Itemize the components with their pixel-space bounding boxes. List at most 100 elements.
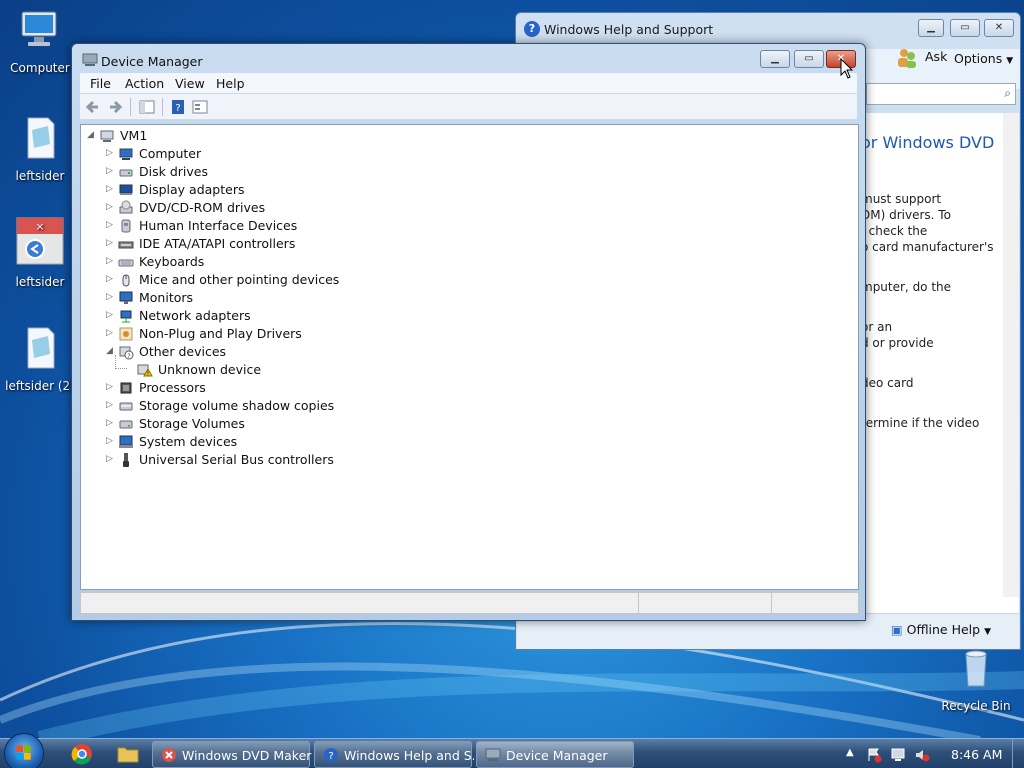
clock[interactable]: 8:46 AM bbox=[951, 747, 1002, 762]
vertical-scrollbar[interactable] bbox=[1003, 113, 1019, 597]
tree-item-label: Network adapters bbox=[139, 308, 251, 323]
menu-file[interactable]: File bbox=[90, 76, 111, 91]
expand-arrow-icon[interactable]: ▷ bbox=[106, 382, 116, 392]
status-bar bbox=[80, 592, 859, 614]
desktop-icon-leftsider-2[interactable]: × leftsider bbox=[0, 216, 80, 289]
tree-item-label: DVD/CD-ROM drives bbox=[139, 200, 266, 215]
document-icon bbox=[27, 117, 55, 159]
help-text-line: d or provide bbox=[861, 336, 934, 350]
expand-arrow-icon[interactable]: ▷ bbox=[106, 148, 116, 158]
taskbar-item-help[interactable]: ? Windows Help and S... bbox=[314, 741, 474, 768]
dvd-maker-icon bbox=[162, 748, 176, 762]
usb-icon bbox=[123, 453, 129, 467]
help-book-icon[interactable]: ? bbox=[169, 98, 187, 116]
expand-arrow-icon[interactable]: ▷ bbox=[106, 202, 116, 212]
unknown-device-warning-icon: ! bbox=[137, 364, 153, 378]
tree-item-label: Keyboards bbox=[139, 254, 205, 269]
show-hide-console-tree-icon[interactable] bbox=[138, 98, 156, 116]
expand-arrow-icon[interactable]: ▷ bbox=[106, 310, 116, 320]
tree-item-label: Processors bbox=[139, 380, 206, 395]
desktop-icon-recycle-bin[interactable]: Recycle Bin bbox=[936, 646, 1016, 713]
tree-item-label: Human Interface Devices bbox=[139, 218, 298, 233]
desktop-icon-label: Computer bbox=[10, 61, 70, 75]
help-icon: ? bbox=[524, 21, 540, 37]
ide-controller-icon bbox=[118, 241, 134, 249]
system-devices-icon bbox=[119, 435, 133, 448]
taskbar-item-label: Windows Help and S... bbox=[344, 748, 474, 763]
tree-item-label: Monitors bbox=[139, 290, 194, 305]
device-tree[interactable]: ◢ VM1 ▷ Computer ▷ Disk drives ▷ Display adap… bbox=[80, 124, 859, 590]
computer-icon bbox=[100, 130, 114, 142]
taskbar-item-label: Device Manager bbox=[506, 748, 608, 763]
start-button[interactable] bbox=[4, 733, 44, 768]
expand-arrow-icon[interactable]: ▷ bbox=[106, 166, 116, 176]
maximize-button[interactable]: ▭ bbox=[794, 50, 824, 68]
dvd-drive-icon bbox=[119, 200, 133, 214]
collapse-arrow-icon[interactable]: ◢ bbox=[87, 130, 97, 140]
close-button[interactable]: ✕ bbox=[984, 19, 1014, 37]
folder-icon[interactable] bbox=[116, 742, 140, 766]
taskbar: Windows DVD Maker ? Windows Help and S..… bbox=[0, 733, 1024, 768]
network-adapter-icon bbox=[120, 310, 132, 323]
chrome-icon[interactable] bbox=[70, 742, 94, 766]
forward-arrow-icon[interactable] bbox=[106, 98, 124, 116]
toolbar-separator bbox=[130, 98, 131, 116]
taskbar-item-device-manager[interactable]: Device Manager bbox=[476, 741, 634, 768]
expand-arrow-icon[interactable]: ▷ bbox=[106, 400, 116, 410]
tree-item-label: Storage volume shadow copies bbox=[139, 398, 335, 413]
svg-text:?: ? bbox=[175, 103, 180, 114]
svg-text:?: ? bbox=[127, 353, 130, 360]
expand-arrow-icon[interactable]: ▷ bbox=[106, 184, 116, 194]
svg-text:!: ! bbox=[147, 371, 149, 378]
taskbar-item-dvd-maker[interactable]: Windows DVD Maker bbox=[152, 741, 311, 768]
tree-item-label: Display adapters bbox=[139, 182, 245, 197]
desktop-icon-leftsider-copy[interactable]: leftsider (2) bbox=[0, 326, 80, 393]
show-hidden-icons-icon[interactable]: ▲ bbox=[846, 747, 854, 758]
options-button[interactable]: Options ▼ bbox=[954, 51, 1013, 66]
recycle-bin-icon bbox=[965, 650, 987, 687]
desktop-icon-computer[interactable]: Computer bbox=[0, 8, 80, 75]
properties-icon[interactable] bbox=[191, 98, 209, 116]
tree-item-label: Storage Volumes bbox=[139, 416, 245, 431]
device-manager-window[interactable]: Device Manager ▁ ▭ ✕ File Action View He… bbox=[71, 43, 866, 621]
help-window-title: Windows Help and Support bbox=[544, 22, 714, 37]
device-manager-icon bbox=[485, 748, 501, 761]
expand-arrow-icon[interactable]: ▷ bbox=[106, 454, 116, 464]
offline-help-label: Offline Help bbox=[906, 622, 981, 637]
help-text-line: mputer, do the bbox=[861, 280, 952, 294]
svg-text:?: ? bbox=[328, 751, 333, 762]
help-text-line: o card manufacturer's bbox=[861, 240, 994, 254]
expand-arrow-icon[interactable]: ▷ bbox=[106, 256, 116, 266]
mouse-cursor-icon bbox=[840, 58, 854, 79]
expand-arrow-icon[interactable]: ▷ bbox=[106, 436, 116, 446]
show-desktop-button[interactable] bbox=[1012, 739, 1024, 768]
back-arrow-icon[interactable] bbox=[84, 98, 102, 116]
minimize-button[interactable]: ▁ bbox=[918, 19, 944, 37]
menu-action[interactable]: Action bbox=[125, 76, 164, 91]
tree-item-label: Computer bbox=[139, 146, 202, 161]
network-icon[interactable] bbox=[890, 747, 906, 763]
expand-arrow-icon[interactable]: ▷ bbox=[106, 328, 116, 338]
expand-arrow-icon[interactable]: ▷ bbox=[106, 238, 116, 248]
desktop-icon-leftsider[interactable]: leftsider bbox=[0, 116, 80, 183]
volume-muted-icon[interactable] bbox=[914, 747, 930, 763]
expand-arrow-icon[interactable]: ▷ bbox=[106, 274, 116, 284]
ask-button[interactable]: Ask bbox=[925, 49, 947, 64]
offline-help-button[interactable]: ▣ Offline Help ▼ bbox=[891, 622, 991, 637]
help-text-line: must support bbox=[861, 192, 942, 206]
help-text-line: DM) drivers. To bbox=[861, 208, 951, 222]
desktop-icon-label: Recycle Bin bbox=[941, 699, 1011, 713]
menu-help[interactable]: Help bbox=[216, 76, 245, 91]
expand-arrow-icon[interactable]: ▷ bbox=[106, 220, 116, 230]
minimize-button[interactable]: ▁ bbox=[760, 50, 790, 68]
tree-item-label: Unknown device bbox=[158, 362, 262, 377]
expand-arrow-icon[interactable]: ▷ bbox=[106, 418, 116, 428]
options-label: Options bbox=[954, 51, 1003, 66]
menu-view[interactable]: View bbox=[175, 76, 205, 91]
maximize-button[interactable]: ▭ bbox=[950, 19, 980, 37]
help-heading: or Windows DVD bbox=[861, 133, 995, 152]
expand-arrow-icon[interactable]: ▷ bbox=[106, 292, 116, 302]
device-manager-icon bbox=[82, 53, 98, 66]
action-center-flag-icon[interactable] bbox=[866, 747, 882, 763]
search-input[interactable]: ⌕ bbox=[866, 83, 1016, 105]
